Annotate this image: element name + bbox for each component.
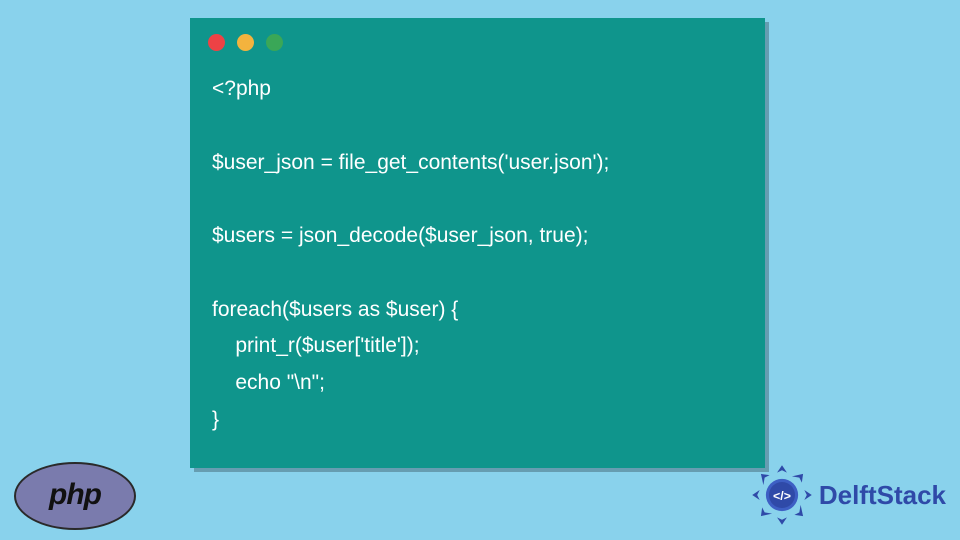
maximize-dot-icon [266,34,283,51]
code-body: <?php $user_json = file_get_contents('us… [190,59,765,457]
window-traffic-lights [190,18,765,59]
close-dot-icon [208,34,225,51]
php-logo: php [14,462,136,530]
delftstack-badge-icon: </> [751,464,813,526]
delftstack-badge-text: </> [773,489,791,503]
delftstack-logo: </> DelftStack [751,464,946,526]
php-logo-text: php [49,478,101,512]
minimize-dot-icon [237,34,254,51]
code-window: <?php $user_json = file_get_contents('us… [190,18,765,468]
php-logo-ellipse: php [14,462,136,530]
delftstack-logo-text: DelftStack [819,480,946,511]
